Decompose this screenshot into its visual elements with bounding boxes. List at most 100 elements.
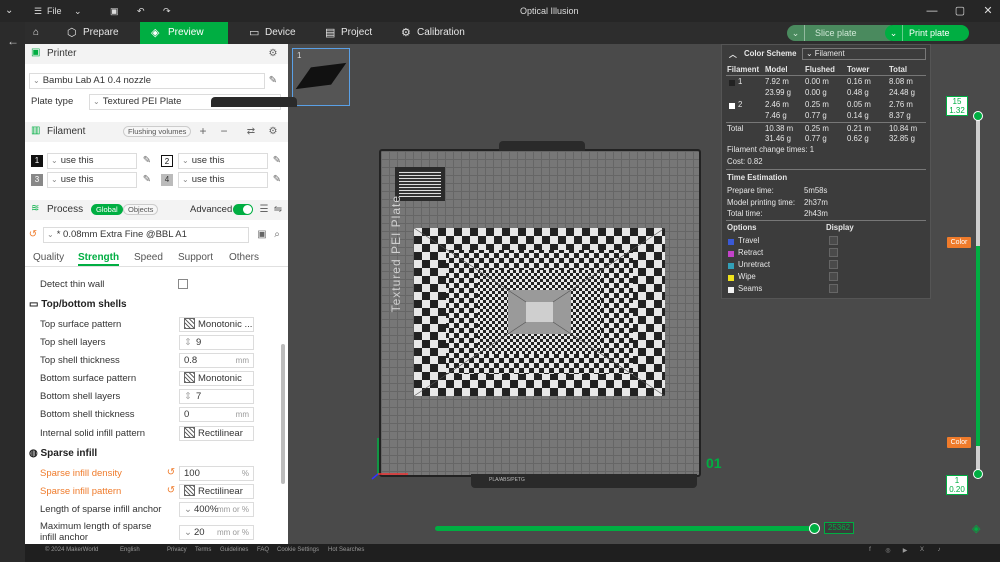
flushing-volumes-button[interactable]: Flushing volumes bbox=[123, 126, 192, 137]
subtab-strength[interactable]: Strength bbox=[78, 252, 120, 266]
footer-link-terms[interactable]: Terms bbox=[195, 547, 211, 553]
tab-calibration[interactable]: ⚙ Calibration bbox=[399, 22, 489, 44]
travel-display-checkbox[interactable] bbox=[829, 236, 838, 245]
footer-link-cookie-settings[interactable]: Cookie Settings bbox=[277, 547, 319, 553]
global-toggle[interactable]: Global bbox=[91, 204, 123, 215]
shells-group-title: Top/bottom shells bbox=[41, 299, 127, 310]
color-scheme-select[interactable]: ⌄ Filament bbox=[802, 48, 926, 60]
dropdown-chevron-icon[interactable]: ⌄ bbox=[74, 0, 82, 22]
youtube-icon[interactable]: ▶ bbox=[900, 547, 910, 557]
move-slider-handle[interactable] bbox=[809, 523, 820, 534]
file-menu[interactable]: File bbox=[47, 0, 62, 22]
printer-settings-gear-icon[interactable]: ⚙ bbox=[267, 48, 279, 60]
optical-illusion-model[interactable] bbox=[414, 228, 665, 396]
instagram-icon[interactable]: ◎ bbox=[883, 547, 893, 557]
footer-link-guidelines[interactable]: Guidelines bbox=[220, 547, 248, 553]
layers-toggle-icon[interactable]: ◈ bbox=[972, 522, 980, 535]
close-icon[interactable]: ✕ bbox=[976, 0, 1000, 22]
plate-thumbnail[interactable]: 1 bbox=[292, 48, 350, 106]
collapse-icon[interactable]: ︿ bbox=[729, 49, 737, 60]
back-arrow-icon[interactable]: ← bbox=[7, 34, 19, 48]
internal-pattern-select[interactable]: Rectilinear bbox=[179, 426, 254, 441]
add-filament-icon[interactable]: + bbox=[197, 125, 209, 137]
hamburger-icon[interactable]: ☰ bbox=[34, 0, 42, 22]
tiktok-icon[interactable]: ♪ bbox=[934, 547, 944, 557]
anchor-input[interactable]: ⌄ 400% mm or % bbox=[179, 502, 254, 517]
advanced-switch[interactable] bbox=[233, 204, 253, 215]
facebook-icon[interactable]: f bbox=[865, 547, 875, 557]
footer-link-faq[interactable]: FAQ bbox=[257, 547, 269, 553]
bottom-thickness-input[interactable]: 0 mm bbox=[179, 407, 254, 422]
edit-filament-3-icon[interactable]: ✎ bbox=[141, 174, 153, 186]
layer-bottom-handle[interactable] bbox=[973, 469, 983, 479]
save-icon[interactable]: ▣ bbox=[110, 0, 119, 22]
subtab-speed[interactable]: Speed bbox=[134, 252, 163, 263]
process-preset-select[interactable]: ⌄ * 0.08mm Extra Fine @BBL A1 bbox=[43, 227, 249, 243]
filament-slot-4-select[interactable]: ⌄ use this bbox=[178, 172, 268, 188]
unretract-display-checkbox[interactable] bbox=[829, 260, 838, 269]
print-plate-button[interactable]: ⌄ Print plate bbox=[885, 25, 969, 41]
edit-printer-icon[interactable]: ✎ bbox=[267, 75, 279, 87]
filament-slot-3-select[interactable]: ⌄ use this bbox=[47, 172, 137, 188]
maximize-icon[interactable]: ▢ bbox=[948, 0, 972, 22]
filament-settings-gear-icon[interactable]: ⚙ bbox=[267, 126, 279, 138]
sparse-group-title: Sparse infill bbox=[40, 448, 98, 459]
redo-icon[interactable]: ↷ bbox=[163, 0, 171, 22]
edit-filament-2-icon[interactable]: ✎ bbox=[271, 155, 283, 167]
language-select[interactable]: English bbox=[120, 547, 140, 553]
sync-filament-icon[interactable]: ⇄ bbox=[245, 126, 257, 138]
wipe-display-checkbox[interactable] bbox=[829, 272, 838, 281]
compare-icon[interactable]: ⇋ bbox=[272, 204, 284, 216]
seams-display-checkbox[interactable] bbox=[829, 284, 838, 293]
footer-link-privacy[interactable]: Privacy bbox=[167, 547, 187, 553]
sidebar-scrollbar[interactable] bbox=[281, 344, 285, 484]
top-pattern-select[interactable]: Monotonic ... bbox=[179, 317, 254, 332]
reset-icon[interactable]: ↺ bbox=[27, 229, 39, 241]
subtab-support[interactable]: Support bbox=[178, 252, 213, 263]
bottom-layers-input[interactable]: ⇕ 7 bbox=[179, 389, 254, 404]
x-icon[interactable]: X bbox=[917, 547, 927, 557]
layer-top-box[interactable]: 15 1.32 bbox=[946, 96, 968, 116]
subtab-others[interactable]: Others bbox=[229, 252, 259, 263]
undo-icon[interactable]: ↶ bbox=[137, 0, 145, 22]
search-icon[interactable]: ⌕ bbox=[271, 229, 283, 241]
list-view-icon[interactable]: ☰ bbox=[258, 204, 270, 216]
top-layers-input[interactable]: ⇕ 9 bbox=[179, 335, 254, 350]
color-change-button-top[interactable]: Color bbox=[947, 237, 971, 248]
home-icon[interactable]: ⌂ bbox=[27, 22, 51, 44]
objects-toggle[interactable]: Objects bbox=[123, 204, 159, 215]
reset-density-icon[interactable]: ↺ bbox=[165, 467, 177, 479]
filament-slot-2-select[interactable]: ⌄ use this bbox=[178, 153, 268, 169]
tab-preview[interactable]: ◈ Preview bbox=[140, 22, 228, 44]
move-slider-value[interactable]: 25362 bbox=[824, 522, 854, 534]
layer-bottom-box[interactable]: 1 0.20 bbox=[946, 475, 968, 495]
printer-select[interactable]: ⌄ Bambu Lab A1 0.4 nozzle bbox=[29, 73, 265, 89]
retract-display-checkbox[interactable] bbox=[829, 248, 838, 257]
top-thickness-input[interactable]: 0.8 mm bbox=[179, 353, 254, 368]
edit-filament-4-icon[interactable]: ✎ bbox=[271, 174, 283, 186]
footer-link-hot-searches[interactable]: Hot Searches bbox=[328, 547, 364, 553]
print-chevron-icon[interactable]: ⌄ bbox=[885, 25, 903, 41]
layer-top-handle[interactable] bbox=[973, 111, 983, 121]
bottom-pattern-select[interactable]: Monotonic bbox=[179, 371, 254, 386]
slice-chevron-icon[interactable]: ⌄ bbox=[787, 25, 805, 41]
layer-slider[interactable] bbox=[976, 116, 980, 474]
filament-slot-1-select[interactable]: ⌄ use this bbox=[47, 153, 137, 169]
save-preset-icon[interactable]: ▣ bbox=[256, 229, 268, 241]
tab-prepare[interactable]: ⬡ Prepare bbox=[65, 22, 147, 44]
max-anchor-input[interactable]: ⌄ 20 mm or % bbox=[179, 525, 254, 540]
sparse-pattern-select[interactable]: Rectilinear bbox=[179, 484, 254, 499]
color-change-button-bottom[interactable]: Color bbox=[947, 437, 971, 448]
move-slider[interactable] bbox=[435, 526, 815, 531]
subtab-quality[interactable]: Quality bbox=[33, 252, 64, 263]
reset-pattern-icon[interactable]: ↺ bbox=[165, 485, 177, 497]
density-input[interactable]: 100% bbox=[179, 466, 254, 481]
remove-filament-icon[interactable]: − bbox=[218, 125, 230, 137]
app-menu-chevron-icon[interactable]: ⌄ bbox=[5, 0, 13, 22]
minimize-icon[interactable]: — bbox=[920, 0, 944, 22]
detect-thin-wall-checkbox[interactable] bbox=[178, 279, 188, 289]
slice-plate-button[interactable]: ⌄ Slice plate bbox=[787, 25, 897, 41]
tab-device[interactable]: ▭ Device bbox=[247, 22, 327, 44]
tab-project[interactable]: ▤ Project bbox=[323, 22, 403, 44]
edit-filament-1-icon[interactable]: ✎ bbox=[141, 155, 153, 167]
